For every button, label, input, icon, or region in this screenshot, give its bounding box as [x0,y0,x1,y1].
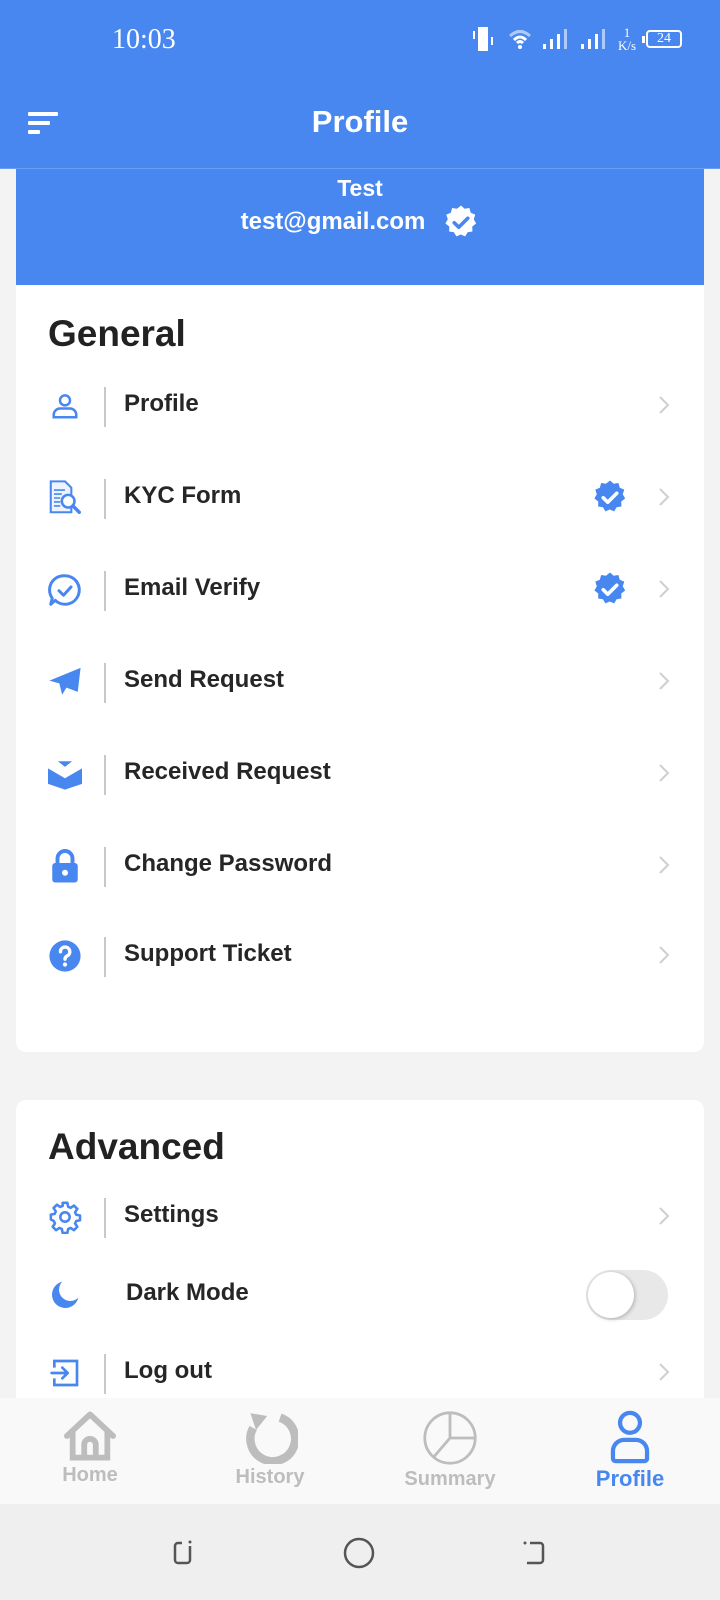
dark-mode-toggle[interactable] [586,1270,668,1320]
general-section: General Profile KYC Form Email Verify Se… [16,285,704,1052]
chevron-right-icon [659,856,670,874]
logout-icon [46,1354,84,1392]
status-icons: 1 K/s 24 [470,26,682,52]
chat-check-icon [46,571,84,609]
nav-home[interactable]: Home [0,1398,180,1504]
chevron-right-icon [659,672,670,690]
menu-label: Change Password [124,850,333,877]
history-icon [246,1413,298,1464]
help-icon [46,937,84,975]
menu-label: Send Request [124,666,285,693]
menu-item-send-request[interactable]: Send Request [16,645,704,717]
status-time: 10:03 [112,24,176,55]
verified-badge-icon [594,572,626,604]
divider [104,387,106,427]
signal-icon-2 [580,29,605,49]
pie-chart-icon [423,1411,477,1465]
menu-item-kyc-form[interactable]: KYC Form [16,461,704,533]
chevron-right-icon [659,580,670,598]
gear-icon [46,1198,84,1236]
menu-item-support-ticket[interactable]: Support Ticket [16,919,704,991]
verified-badge-icon [594,480,626,512]
verified-badge-icon [445,205,477,237]
user-name: Test [337,175,383,201]
chevron-right-icon [659,946,670,964]
toggle-knob [588,1272,634,1318]
menu-item-settings[interactable]: Settings [16,1180,704,1252]
signal-icon [542,29,567,49]
advanced-section: Advanced Settings Dark Mode Log out [16,1100,704,1430]
divider [104,479,106,519]
divider [104,847,106,887]
chevron-right-icon [659,764,670,782]
menu-label: Support Ticket [124,940,292,967]
moon-icon [46,1276,84,1314]
divider [104,937,106,977]
menu-item-change-password[interactable]: Change Password [16,829,704,901]
divider [104,1354,106,1394]
divider [104,571,106,611]
recent-apps-icon[interactable] [168,1536,200,1568]
nav-label: Home [62,1464,118,1486]
send-icon [46,663,84,701]
menu-label: Dark Mode [126,1279,249,1306]
system-navigation-bar [0,1504,720,1600]
lock-icon [46,847,84,885]
menu-label: Received Request [124,758,331,785]
menu-item-dark-mode: Dark Mode [16,1258,704,1330]
home-button-icon[interactable] [342,1536,376,1570]
menu-label: Log out [124,1357,212,1384]
page-title: Profile [311,104,409,139]
chevron-right-icon [659,396,670,414]
status-bar: 10:03 1 K/s 24 [0,0,720,80]
divider [104,755,106,795]
chevron-right-icon [659,488,670,506]
user-icon [46,387,84,425]
divider [104,663,106,703]
menu-item-email-verify[interactable]: Email Verify [16,553,704,625]
nav-history[interactable]: History [180,1398,360,1504]
inbox-icon [46,755,84,793]
nav-label: History [235,1466,305,1488]
user-email: test@gmail.com [240,208,426,235]
menu-label: KYC Form [124,482,242,509]
nav-label: Summary [404,1468,496,1490]
nav-label: Profile [595,1466,665,1491]
nav-summary[interactable]: Summary [360,1398,540,1504]
menu-label: Email Verify [124,574,261,601]
user-header: Test test@gmail.com [16,169,704,285]
home-icon [64,1411,116,1461]
person-icon [610,1410,650,1464]
network-speed: 1 K/s [617,25,636,53]
chevron-right-icon [659,1207,670,1225]
advanced-title: Advanced [48,1126,225,1167]
menu-label: Profile [124,390,199,417]
divider [104,1198,106,1238]
chevron-right-icon [659,1363,670,1381]
nav-profile[interactable]: Profile [540,1398,720,1504]
menu-item-profile[interactable]: Profile [16,369,704,441]
bottom-navigation: Home History Summary Profile [0,1398,720,1504]
vibrate-icon [472,27,493,51]
app-bar: Profile [0,80,720,169]
wifi-icon [508,30,531,49]
menu-item-received-request[interactable]: Received Request [16,737,704,809]
battery-icon: 24 [642,30,682,48]
menu-label: Settings [124,1201,219,1228]
back-icon[interactable] [518,1536,550,1568]
general-title: General [48,313,186,354]
document-search-icon [46,479,84,517]
